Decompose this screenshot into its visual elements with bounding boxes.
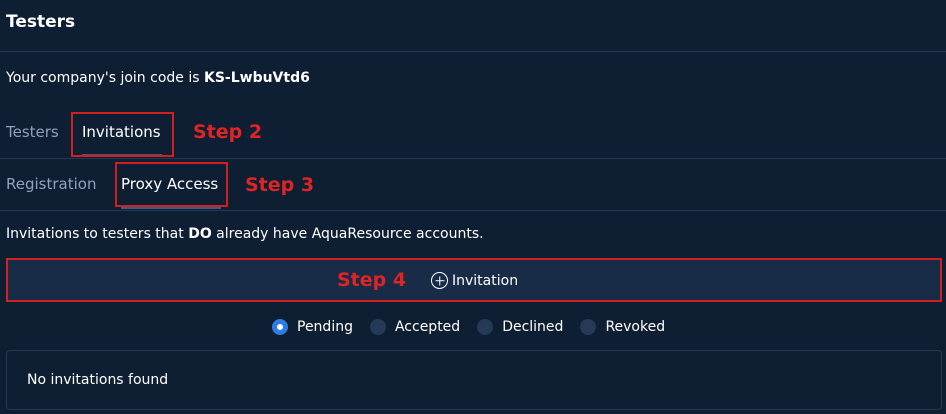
invitations-description: Invitations to testers that DO already h…: [6, 226, 484, 242]
testers-page: Testers Your company's join code is KS-L…: [0, 0, 946, 414]
filter-revoked-label: Revoked: [605, 319, 666, 335]
tab-registration[interactable]: Registration: [6, 175, 96, 193]
filter-pending-label: Pending: [297, 319, 353, 335]
description-bold: DO: [188, 226, 212, 242]
step4-annotation: Step 4: [337, 269, 407, 291]
step3-highlight-box: [115, 162, 228, 207]
tab-proxy-access-underline: [121, 207, 221, 209]
tab-testers[interactable]: Testers: [6, 123, 59, 141]
step2-annotation: Step 2: [193, 121, 263, 143]
filter-accepted-label: Accepted: [394, 319, 461, 335]
filter-accepted[interactable]: Accepted: [369, 319, 461, 335]
step2-highlight-box: [71, 112, 174, 157]
add-invitation-label: Invitation: [452, 272, 519, 289]
join-code-line: Your company's join code is KS-LwbuVtd6: [6, 70, 310, 86]
join-code-value: KS-LwbuVtd6: [203, 70, 310, 86]
radio-selected-icon[interactable]: [272, 319, 288, 335]
filter-revoked[interactable]: Revoked: [580, 319, 665, 335]
invitations-list: No invitations found: [6, 350, 942, 410]
radio-icon[interactable]: [477, 319, 494, 335]
divider: [0, 210, 946, 211]
divider: [0, 158, 946, 159]
divider: [0, 51, 946, 52]
page-title: Testers: [6, 12, 76, 32]
filter-pending[interactable]: Pending: [272, 319, 353, 335]
add-invitation-content[interactable]: Invitation: [431, 272, 518, 289]
radio-icon[interactable]: [580, 319, 597, 335]
description-text: Invitations to testers that: [6, 226, 189, 242]
description-text: already have AquaResource accounts.: [211, 226, 484, 242]
join-code-label: Your company's join code is: [6, 70, 204, 86]
add-invitation-button[interactable]: Step 4 Invitation: [6, 258, 942, 302]
plus-circle-icon: [431, 272, 448, 289]
empty-state-message: No invitations found: [27, 372, 169, 388]
status-filter-group: Pending Accepted Declined Revoked: [272, 319, 682, 335]
filter-declined-label: Declined: [502, 319, 564, 335]
filter-declined[interactable]: Declined: [477, 319, 563, 335]
step3-annotation: Step 3: [245, 174, 315, 196]
radio-icon[interactable]: [369, 319, 386, 335]
